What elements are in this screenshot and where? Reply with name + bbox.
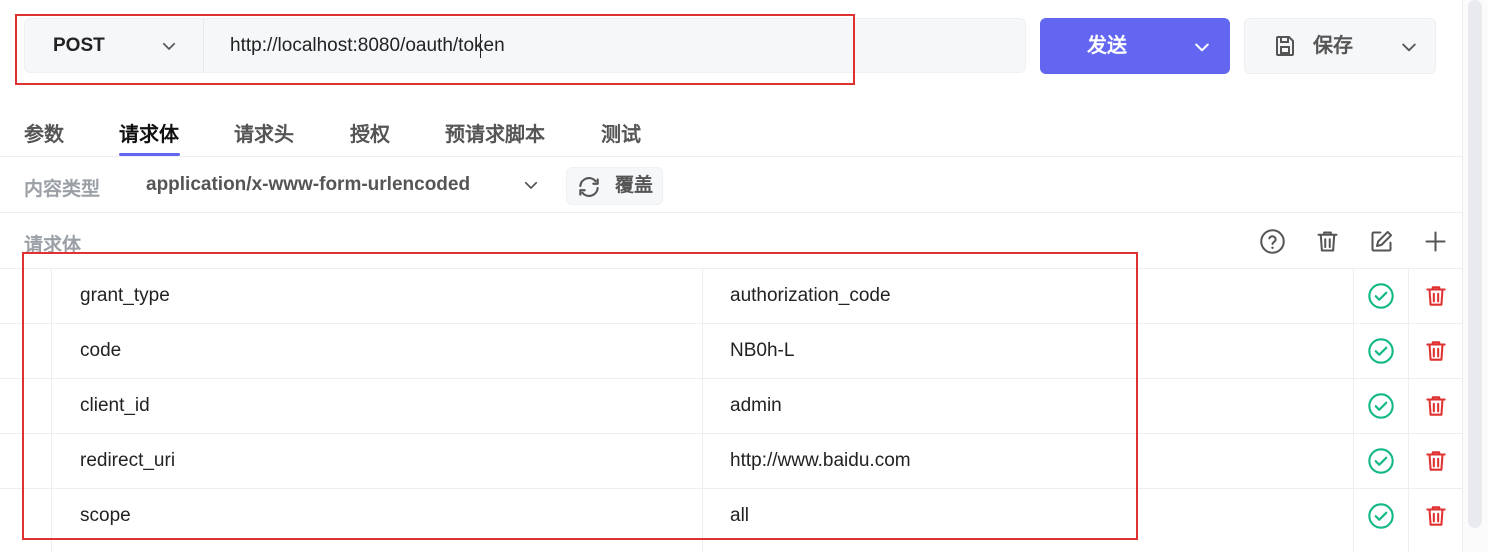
- request-tabs: 参数 请求体 请求头 授权 预请求脚本 测试: [0, 108, 1462, 158]
- override-button[interactable]: 覆盖: [566, 167, 663, 205]
- chevron-down-icon[interactable]: [522, 176, 540, 199]
- highlight-box-params: [22, 252, 1138, 540]
- check-circle-icon[interactable]: [1367, 337, 1395, 370]
- check-circle-icon[interactable]: [1367, 282, 1395, 315]
- tab-headers[interactable]: 请求头: [234, 118, 294, 147]
- check-circle-icon[interactable]: [1367, 447, 1395, 480]
- tab-body[interactable]: 请求体: [119, 118, 179, 147]
- trash-icon[interactable]: [1423, 447, 1449, 480]
- divider: [0, 156, 1462, 157]
- trash-icon[interactable]: [1314, 228, 1341, 260]
- refresh-icon: [576, 174, 602, 205]
- save-button[interactable]: 保存: [1244, 18, 1436, 74]
- save-label: 保存: [1313, 35, 1353, 57]
- content-type-label: 内容类型: [24, 179, 101, 200]
- trash-icon[interactable]: [1423, 337, 1449, 370]
- divider: [0, 212, 1462, 213]
- tab-tests[interactable]: 测试: [601, 118, 641, 147]
- tab-auth[interactable]: 授权: [350, 118, 390, 147]
- tab-pre-request-script[interactable]: 预请求脚本: [445, 118, 545, 147]
- save-icon: [1273, 34, 1297, 63]
- send-label: 发送: [1087, 35, 1127, 57]
- chevron-down-icon[interactable]: [1192, 37, 1212, 62]
- override-label: 覆盖: [615, 175, 654, 196]
- help-icon[interactable]: [1259, 228, 1286, 260]
- check-circle-icon[interactable]: [1367, 392, 1395, 425]
- trash-icon[interactable]: [1423, 502, 1449, 535]
- chevron-down-icon[interactable]: [1399, 37, 1419, 62]
- edit-icon[interactable]: [1368, 228, 1395, 260]
- highlight-box-url: [15, 14, 855, 85]
- trash-icon[interactable]: [1423, 282, 1449, 315]
- send-button[interactable]: 发送: [1040, 18, 1230, 74]
- trash-icon[interactable]: [1423, 392, 1449, 425]
- scrollbar-thumb[interactable]: [1468, 0, 1482, 528]
- plus-icon[interactable]: [1422, 228, 1449, 260]
- check-circle-icon[interactable]: [1367, 502, 1395, 535]
- tab-params[interactable]: 参数: [24, 118, 64, 147]
- content-type-select[interactable]: application/x-www-form-urlencoded: [146, 174, 470, 196]
